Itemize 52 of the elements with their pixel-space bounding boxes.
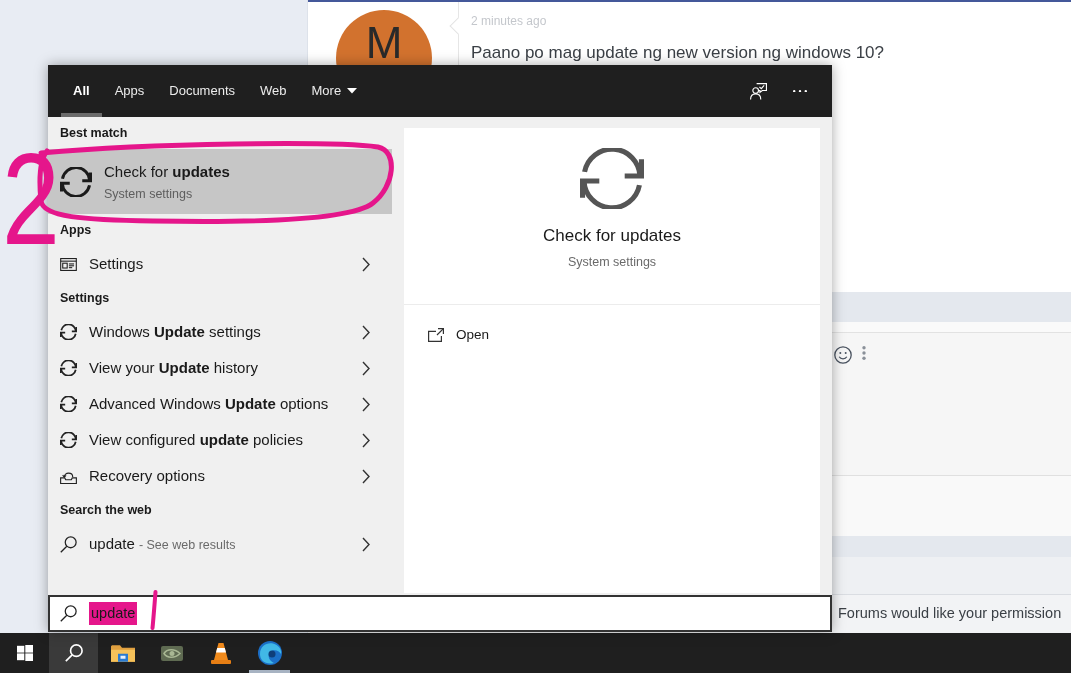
search-result-item[interactable]: Recovery options bbox=[48, 458, 392, 494]
traffic-cone-icon bbox=[210, 642, 231, 664]
sync-icon bbox=[60, 396, 77, 412]
search-result-item[interactable]: Advanced Windows Update options bbox=[48, 386, 392, 422]
more-options-icon[interactable] bbox=[792, 89, 807, 93]
section-heading: Settings bbox=[59, 289, 111, 307]
search-icon bbox=[60, 535, 77, 553]
search-tab[interactable]: All bbox=[61, 65, 102, 117]
section-heading: Best match bbox=[59, 124, 129, 142]
sync-icon bbox=[60, 166, 92, 197]
chevron-right-icon[interactable] bbox=[362, 360, 370, 376]
kebab-menu-icon[interactable] bbox=[862, 346, 866, 360]
section-heading: Apps bbox=[59, 221, 93, 239]
sync-icon bbox=[60, 324, 77, 340]
chevron-right-icon[interactable] bbox=[362, 468, 370, 484]
start-logo-icon bbox=[16, 645, 33, 661]
sync-icon bbox=[60, 360, 77, 376]
chevron-right-icon[interactable] bbox=[362, 324, 370, 340]
sync-icon bbox=[580, 148, 644, 209]
search-tab[interactable]: Web bbox=[248, 65, 299, 117]
search-result-item[interactable]: Settings bbox=[48, 246, 392, 282]
chevron-right-icon[interactable] bbox=[362, 256, 370, 272]
search-tab[interactable]: Documents bbox=[157, 65, 247, 117]
folder-icon bbox=[110, 644, 135, 662]
section-heading: Search the web bbox=[59, 501, 153, 519]
search-button[interactable] bbox=[49, 633, 98, 673]
smiley-icon[interactable] bbox=[834, 346, 852, 364]
search-field[interactable]: update bbox=[48, 595, 832, 632]
feedback-icon[interactable] bbox=[750, 82, 767, 100]
search-result-item[interactable]: View your Update history bbox=[48, 350, 392, 386]
search-result-item[interactable]: View configured update policies bbox=[48, 422, 392, 458]
comment-text: Paano po mag update ng new version ng windows 10? bbox=[471, 42, 885, 64]
search-result-item[interactable]: Windows Update settings bbox=[48, 314, 392, 350]
open-button[interactable]: Open bbox=[428, 325, 490, 346]
search-icon bbox=[64, 644, 83, 662]
chevron-right-icon[interactable] bbox=[362, 432, 370, 448]
sync-icon bbox=[60, 432, 77, 448]
pen-stroke-mark bbox=[150, 590, 158, 630]
web-search-result[interactable]: update - See web results bbox=[48, 526, 392, 562]
eye-swirl-icon bbox=[160, 645, 183, 661]
app-window-icon bbox=[60, 257, 77, 271]
search-icon bbox=[60, 605, 77, 622]
open-external-icon bbox=[428, 328, 444, 343]
swirl-logo-icon bbox=[257, 641, 282, 665]
preview-title: Check for updates bbox=[543, 225, 681, 247]
comment-timestamp: 2 minutes ago bbox=[471, 13, 548, 30]
search-query-text: update bbox=[89, 601, 138, 626]
chevron-right-icon[interactable] bbox=[362, 396, 370, 412]
chevron-right-icon[interactable] bbox=[362, 536, 370, 552]
preview-subtitle: System settings bbox=[567, 254, 657, 271]
search-tab[interactable]: Apps bbox=[102, 65, 157, 117]
cookie-notice-text: Forums would like your permission bbox=[838, 604, 1062, 624]
